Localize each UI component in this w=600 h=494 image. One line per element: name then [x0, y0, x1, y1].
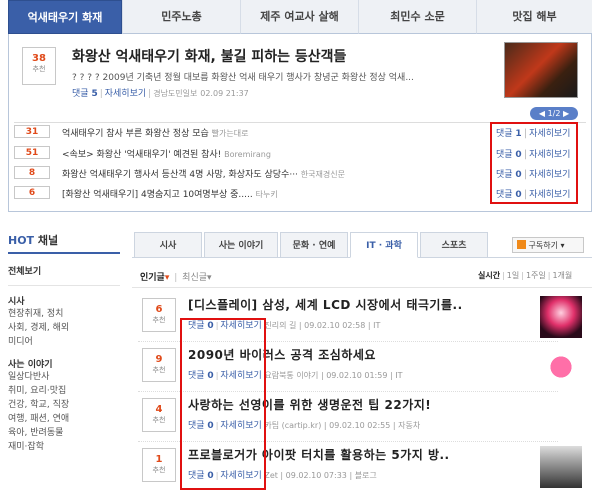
article-thumbnail[interactable] — [540, 346, 582, 388]
pager-text: 1/2 — [547, 109, 561, 118]
sidebar-item[interactable]: 여행, 패션, 연애 — [8, 412, 120, 426]
pager: ◀ 1/2 ▶ — [530, 107, 578, 120]
related-vote[interactable]: 51 — [14, 146, 50, 159]
tab-jeju[interactable]: 제주 여교사 살해 — [240, 0, 358, 34]
article-title[interactable]: [디스플레이] 삼성, 세계 LCD 시장에서 태극기를.. — [188, 296, 463, 313]
tab-sports[interactable]: 스포츠 — [420, 232, 488, 258]
sidebar-item[interactable]: 일상다반사 — [8, 370, 120, 384]
featured-thumbnail[interactable] — [504, 42, 578, 98]
tab-it-science[interactable]: IT · 과학 — [350, 232, 418, 258]
sort-options: 인기글▾ | 최신글▾ — [140, 273, 212, 283]
divider — [132, 287, 592, 288]
related-actions: 댓글 0 | 자세히보기 — [496, 149, 571, 160]
subscribe-button[interactable]: 구독하기 ▾ — [512, 237, 584, 253]
tab-union[interactable]: 민주노총 — [122, 0, 240, 34]
highlight-box — [180, 318, 266, 490]
detail-link[interactable]: 자세히보기 — [529, 129, 570, 139]
sidebar-item[interactable]: 육아, 반려동물 — [8, 426, 120, 440]
tab-food[interactable]: 맛집 해부 — [476, 0, 592, 34]
featured-title[interactable]: 화왕산 억새태우기 화재, 불길 피하는 등산객들 — [72, 46, 346, 66]
related-item[interactable]: <속보> 화왕산 '억새태우기' 예견된 참사! Boremirang — [62, 147, 271, 160]
sidebar-item[interactable]: 현장취재, 정치 — [8, 307, 120, 321]
vote-count: 38 — [32, 53, 46, 64]
time-range: 실시간 | 1일 | 1주일 | 1개월 — [478, 271, 573, 280]
article-vote[interactable]: 4 추천 — [142, 398, 176, 432]
sort-latest[interactable]: 최신글 — [182, 273, 207, 283]
tab-culture[interactable]: 문화 · 연예 — [280, 232, 348, 258]
next-icon[interactable]: ▶ — [563, 109, 569, 118]
related-actions: 댓글 1 | 자세히보기 — [496, 128, 571, 139]
article-thumbnail[interactable] — [540, 446, 582, 488]
article-vote[interactable]: 6 추천 — [142, 298, 176, 332]
featured-source: 경남도민일보 — [153, 89, 198, 98]
related-actions: 댓글 0 | 자세히보기 — [496, 169, 571, 180]
tab-fire[interactable]: 억새태우기 화재 — [8, 0, 122, 34]
featured-meta: 댓글 5 | 자세히보기 | 경남도민일보 02.09 21:37 — [72, 89, 249, 99]
related-vote[interactable]: 8 — [14, 166, 50, 179]
related-actions: 댓글 0 | 자세히보기 — [496, 189, 571, 200]
sidebar-item[interactable]: 재미·잡학 — [8, 440, 120, 454]
related-item[interactable]: [화왕산 억새태우기] 4명숨지고 10여명부상 중..... 타누키 — [62, 187, 278, 200]
channel-header: HOT 채널 — [8, 226, 120, 254]
tab-politics[interactable]: 시사 — [134, 232, 202, 258]
range-1month[interactable]: 1개월 — [552, 271, 572, 280]
detail-link[interactable]: 자세히보기 — [105, 89, 146, 99]
related-vote[interactable]: 31 — [14, 125, 50, 138]
section-title: 사는 이야기 — [8, 360, 53, 370]
channel-sidebar: HOT 채널 전체보기 시사 현장취재, 정치 사회, 경제, 해외 미디어 사… — [8, 226, 120, 494]
prev-icon[interactable]: ◀ — [539, 109, 545, 118]
related-vote[interactable]: 6 — [14, 186, 50, 199]
related-item[interactable]: 화왕산 억새태우기 행사서 등산객 4명 사망, 화상자도 상당수··· 한국재… — [62, 167, 345, 180]
sidebar-item[interactable]: 건강, 학교, 직장 — [8, 398, 120, 412]
comment-label[interactable]: 댓글 — [72, 89, 89, 99]
comment-count[interactable]: 5 — [91, 89, 97, 99]
chevron-down-icon: ▾ — [560, 241, 565, 250]
sidebar-item[interactable]: 사회, 경제, 해외 — [8, 321, 120, 335]
featured-summary: ? ? ? ? 2009년 기축년 정월 대보름 화왕산 억새 태우기 행사가 … — [72, 73, 414, 83]
view-all-link[interactable]: 전체보기 — [8, 264, 120, 277]
featured-date: 02.09 21:37 — [200, 89, 249, 98]
sidebar-item[interactable]: 취미, 요리·맛집 — [8, 384, 120, 398]
tab-choi[interactable]: 최민수 소문 — [358, 0, 476, 34]
rss-icon — [517, 240, 526, 249]
sort-popular[interactable]: 인기글 — [140, 273, 165, 283]
vote-label: 추천 — [32, 65, 46, 73]
article-thumbnail[interactable] — [540, 296, 582, 338]
article-vote[interactable]: 9 추천 — [142, 348, 176, 382]
detail-link[interactable]: 자세히보기 — [529, 190, 570, 200]
tab-life[interactable]: 사는 이야기 — [204, 232, 278, 258]
section-title: 시사 — [8, 297, 25, 307]
range-1day[interactable]: 1일 — [507, 271, 519, 280]
related-item[interactable]: 억새태우기 참사 부른 화왕산 정상 모습 빨가는대로 — [62, 126, 248, 139]
range-realtime[interactable]: 실시간 — [478, 271, 500, 280]
detail-link[interactable]: 자세히보기 — [529, 170, 570, 180]
range-1week[interactable]: 1주일 — [526, 271, 546, 280]
featured-vote[interactable]: 38 추천 — [22, 47, 56, 85]
article-vote[interactable]: 1 추천 — [142, 448, 176, 482]
sidebar-item[interactable]: 미디어 — [8, 335, 120, 349]
detail-link[interactable]: 자세히보기 — [529, 150, 570, 160]
